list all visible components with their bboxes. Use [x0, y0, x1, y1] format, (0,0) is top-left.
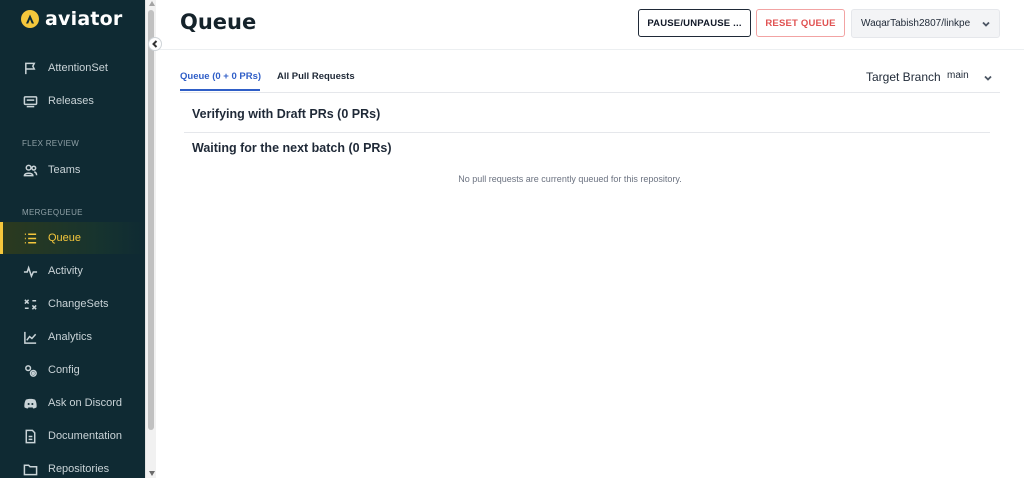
logo[interactable]: aviator: [21, 8, 122, 30]
active-tab-indicator: [180, 89, 260, 91]
sidebar-item-activity[interactable]: Activity: [0, 255, 145, 287]
pause-unpause-button[interactable]: PAUSE/UNPAUSE ...: [638, 9, 751, 37]
list-icon: [22, 230, 38, 246]
sidebar: aviator AttentionSet Releases FLEX REVIE…: [0, 0, 145, 478]
scroll-thumb[interactable]: [148, 10, 154, 430]
sidebar-scrollbar[interactable]: [145, 0, 156, 478]
sidebar-item-label: Activity: [48, 265, 83, 277]
analytics-icon: [22, 329, 38, 345]
sidebar-item-config[interactable]: Config: [0, 354, 145, 386]
sidebar-item-label: Ask on Discord: [48, 397, 122, 409]
sidebar-item-label: Releases: [48, 95, 94, 107]
verifying-section-title: Verifying with Draft PRs (0 PRs): [192, 107, 381, 121]
sidebar-item-label: Analytics: [48, 331, 93, 343]
sidebar-item-repositories[interactable]: Repositories: [0, 453, 145, 478]
sidebar-item-label: Documentation: [48, 430, 122, 442]
repository-select-value: WaqarTabish2807/linkpe: [861, 18, 971, 29]
flag-icon: [22, 60, 38, 76]
sidebar-item-documentation[interactable]: Documentation: [0, 420, 145, 452]
sidebar-item-releases[interactable]: Releases: [0, 85, 145, 117]
page-title: Queue: [180, 10, 257, 34]
scroll-down-arrow-icon[interactable]: [148, 471, 155, 476]
sidebar-item-label: Repositories: [48, 463, 110, 475]
document-icon: [22, 428, 38, 444]
sidebar-item-attentionset[interactable]: AttentionSet: [0, 52, 145, 84]
release-icon: [22, 93, 38, 109]
section-label-flex-review: FLEX REVIEW: [22, 139, 80, 148]
reset-queue-button[interactable]: RESET QUEUE: [756, 9, 845, 37]
target-branch-value: main: [947, 70, 969, 81]
tab-queue[interactable]: Queue (0 + 0 PRs): [180, 71, 261, 82]
logo-text: aviator: [45, 8, 123, 30]
chevron-down-icon: [983, 73, 993, 83]
target-branch-label: Target Branch: [866, 70, 941, 84]
collapse-sidebar-button[interactable]: [148, 37, 162, 51]
config-icon: [22, 362, 38, 378]
aviator-logo-icon: [21, 10, 39, 28]
activity-icon: [22, 263, 38, 279]
sidebar-item-label: Queue: [48, 232, 82, 244]
discord-icon: [22, 395, 38, 411]
header-divider: [156, 49, 1024, 50]
folder-icon: [22, 461, 38, 477]
changesets-icon: [22, 296, 38, 312]
sidebar-item-label: ChangeSets: [48, 298, 109, 310]
empty-queue-message: No pull requests are currently queued fo…: [458, 174, 682, 184]
section-divider: [184, 132, 990, 133]
sidebar-item-queue[interactable]: Queue: [0, 222, 145, 254]
sidebar-item-label: Config: [48, 364, 80, 376]
repository-select[interactable]: WaqarTabish2807/linkpe: [851, 9, 1000, 38]
sidebar-item-changesets[interactable]: ChangeSets: [0, 288, 145, 320]
target-branch-select[interactable]: main: [947, 70, 997, 86]
sidebar-item-discord[interactable]: Ask on Discord: [0, 387, 145, 419]
waiting-section-title: Waiting for the next batch (0 PRs): [192, 141, 392, 155]
sidebar-item-label: AttentionSet: [48, 62, 108, 74]
scroll-up-arrow-icon[interactable]: [148, 1, 155, 6]
tabs-divider: [180, 92, 1000, 93]
tab-all-pull-requests[interactable]: All Pull Requests: [277, 71, 355, 82]
chevron-left-icon: [152, 40, 158, 48]
chevron-down-icon: [981, 19, 991, 29]
section-label-mergequeue: MERGEQUEUE: [22, 208, 83, 217]
sidebar-item-analytics[interactable]: Analytics: [0, 321, 145, 353]
